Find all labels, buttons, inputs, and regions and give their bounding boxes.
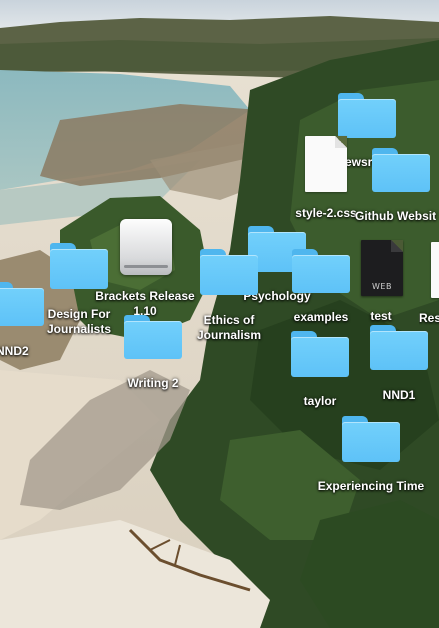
web-badge: WEB (372, 282, 392, 291)
folder-icon[interactable] (291, 331, 349, 377)
desktop-item-label: NND1 (382, 388, 416, 402)
desktop-item-label: taylor (303, 394, 337, 408)
folder-icon[interactable] (370, 325, 428, 370)
folder-icon[interactable] (200, 249, 258, 295)
folder-icon[interactable] (50, 243, 108, 289)
folder-icon[interactable] (0, 282, 44, 326)
folder-icon[interactable] (372, 148, 430, 192)
desktop-item-label: Res (419, 311, 439, 325)
desktop-item-label: Writing 2 (127, 376, 179, 390)
folder-icon[interactable] (338, 93, 396, 138)
desktop-item-label: Design For Journalists (46, 307, 112, 336)
desktop-item-label: Github Websit (355, 209, 437, 223)
desktop-item-label: Experiencing Time (317, 479, 425, 493)
folder-icon[interactable] (342, 416, 400, 462)
file-icon[interactable] (431, 242, 439, 298)
disk-image-icon[interactable] (120, 219, 172, 275)
folder-icon[interactable] (124, 315, 182, 359)
desktop-item-label: test (370, 309, 392, 323)
desktop-item-label: Ethics of Journalism (196, 313, 262, 342)
folder-icon[interactable] (292, 249, 350, 293)
web-file-icon[interactable]: WEB (361, 240, 403, 296)
desktop-item-label: NND2 (0, 344, 29, 358)
css-file-icon[interactable] (305, 136, 347, 192)
